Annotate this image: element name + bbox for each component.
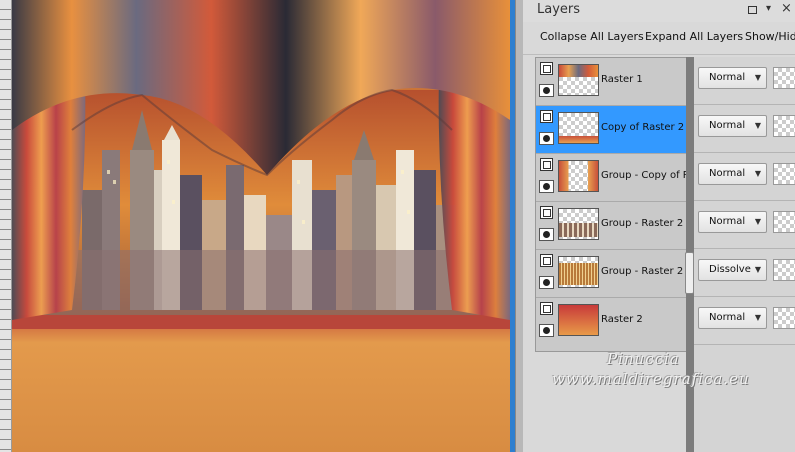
collapse-all-layers-button[interactable]: Collapse All Layers <box>540 30 644 43</box>
layer-thumbnail <box>558 160 599 192</box>
eye-icon[interactable] <box>539 84 554 97</box>
layer-list-scroll-handle[interactable] <box>685 252 694 294</box>
blend-mode-select[interactable]: Dissolve ▼ <box>698 259 767 281</box>
layer-props-group-raster-2: Normal ▼ <box>694 201 795 249</box>
document-image[interactable] <box>12 0 510 452</box>
layer-row-group-raster-2-shadow[interactable]: Group - Raster 2 Shac <box>536 250 688 298</box>
blend-mode-select[interactable]: Normal ▼ <box>698 211 767 233</box>
link-icon[interactable] <box>540 110 553 123</box>
link-icon[interactable] <box>540 62 553 75</box>
panel-title-bar[interactable]: Layers ▾ × <box>523 0 795 22</box>
eye-icon[interactable] <box>539 276 554 289</box>
link-icon[interactable] <box>540 206 553 219</box>
layer-row-copy-of-raster-2[interactable]: Copy of Raster 2 <box>536 106 688 154</box>
blend-mode-value: Normal <box>709 120 746 131</box>
layer-row-group-copy-of-raster[interactable]: Group - Copy of Raste <box>536 154 688 202</box>
show-hide-button[interactable]: Show/Hid <box>745 30 795 43</box>
blend-mode-value: Dissolve <box>709 264 751 275</box>
layer-row-raster-2[interactable]: Raster 2 <box>536 298 688 346</box>
layer-props-copy-of-raster-2: Normal ▼ <box>694 105 795 153</box>
maximize-icon[interactable] <box>748 6 757 14</box>
layer-name: Group - Raster 2 <box>601 218 684 229</box>
close-icon[interactable]: × <box>781 1 792 16</box>
toolbar-separator <box>523 54 795 55</box>
panel-title: Layers <box>537 2 581 17</box>
layer-thumbnail <box>558 64 599 96</box>
dropdown-arrow-icon: ▼ <box>754 73 761 82</box>
link-icon[interactable] <box>540 302 553 315</box>
layer-props-raster-1: Normal ▼ <box>694 57 795 105</box>
eye-icon[interactable] <box>539 228 554 241</box>
layer-name: Group - Raster 2 Shac <box>601 266 688 277</box>
dropdown-arrow-icon: ▼ <box>754 313 761 322</box>
layer-name: Raster 2 <box>601 314 643 325</box>
layer-name: Copy of Raster 2 <box>601 122 685 133</box>
layers-toolbar: Collapse All Layers Expand All Layers Sh… <box>523 26 795 48</box>
layer-name: Group - Copy of Raste <box>601 170 688 181</box>
opacity-swatch[interactable] <box>773 259 795 281</box>
opacity-swatch[interactable] <box>773 115 795 137</box>
canvas-area[interactable] <box>0 0 515 452</box>
eye-icon[interactable] <box>539 132 554 145</box>
dropdown-arrow-icon: ▼ <box>754 265 761 274</box>
opacity-swatch[interactable] <box>773 211 795 233</box>
opacity-swatch[interactable] <box>773 307 795 329</box>
opacity-swatch[interactable] <box>773 163 795 185</box>
watermark-author: Pinuccia <box>607 350 680 368</box>
blend-mode-value: Normal <box>709 168 746 179</box>
blend-mode-select[interactable]: Normal ▼ <box>698 163 767 185</box>
eye-icon[interactable] <box>539 324 554 337</box>
blend-mode-select[interactable]: Normal ▼ <box>698 115 767 137</box>
layers-panel: Layers ▾ × Collapse All Layers Expand Al… <box>523 0 795 452</box>
layer-row-raster-1[interactable]: Raster 1 <box>536 58 688 106</box>
dropdown-arrow-icon: ▼ <box>754 217 761 226</box>
link-icon[interactable] <box>540 254 553 267</box>
layer-thumbnail <box>558 112 599 144</box>
vertical-ruler <box>0 0 12 452</box>
layer-list[interactable]: Raster 1 Copy of Raster 2 Group - Copy o… <box>535 57 689 352</box>
layer-name: Raster 1 <box>601 74 643 85</box>
blend-mode-select[interactable]: Normal ▼ <box>698 67 767 89</box>
watermark: Pinuccia www.maldiregrafica.eu <box>552 350 792 394</box>
watermark-url: www.maldiregrafica.eu <box>552 370 750 388</box>
layer-row-group-raster-2[interactable]: Group - Raster 2 <box>536 202 688 250</box>
layer-thumbnail <box>558 304 599 336</box>
scene-artwork <box>12 0 510 452</box>
opacity-swatch[interactable] <box>773 67 795 89</box>
blend-mode-value: Normal <box>709 312 746 323</box>
link-icon[interactable] <box>540 158 553 171</box>
layer-props-group-raster-2-shadow: Dissolve ▼ <box>694 249 795 297</box>
layer-thumbnail <box>558 208 599 240</box>
layer-props-group-copy-of-raster: Normal ▼ <box>694 153 795 201</box>
blend-mode-value: Normal <box>709 216 746 227</box>
menu-arrow-icon[interactable]: ▾ <box>766 3 771 14</box>
layer-props-raster-2: Normal ▼ <box>694 297 795 345</box>
expand-all-layers-button[interactable]: Expand All Layers <box>645 30 743 43</box>
eye-icon[interactable] <box>539 180 554 193</box>
dropdown-arrow-icon: ▼ <box>754 121 761 130</box>
dropdown-arrow-icon: ▼ <box>754 169 761 178</box>
layer-thumbnail <box>558 256 599 288</box>
blend-mode-select[interactable]: Normal ▼ <box>698 307 767 329</box>
blend-mode-value: Normal <box>709 72 746 83</box>
